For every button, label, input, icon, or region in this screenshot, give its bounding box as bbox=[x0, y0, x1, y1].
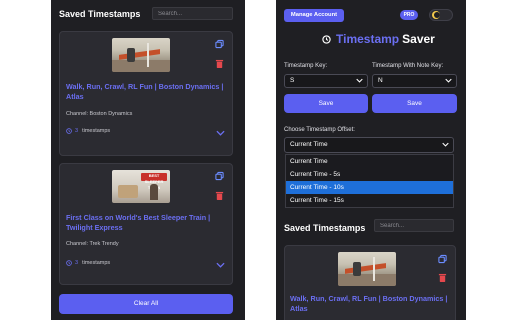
copy-icon[interactable] bbox=[438, 254, 447, 264]
video-title-link[interactable]: Walk, Run, Crawl, RL Fun | Boston Dynami… bbox=[290, 294, 450, 314]
video-thumbnail[interactable] bbox=[112, 38, 170, 72]
timestamp-count-row: 3 timestamps bbox=[66, 128, 110, 134]
pro-badge: PRO bbox=[400, 10, 418, 20]
note-key-value: N bbox=[378, 77, 383, 84]
search-input[interactable] bbox=[152, 7, 233, 20]
saved-timestamps-heading: Saved Timestamps bbox=[59, 9, 141, 19]
timestamp-count: 3 bbox=[75, 128, 79, 134]
timestamp-key-value: S bbox=[290, 77, 295, 84]
clock-icon bbox=[66, 128, 72, 134]
channel-label: Channel: Boston Dynamics bbox=[66, 111, 133, 117]
chevron-down-icon bbox=[356, 78, 363, 83]
chevron-down-icon[interactable] bbox=[216, 130, 225, 136]
video-thumbnail[interactable] bbox=[338, 252, 396, 286]
chevron-down-icon[interactable] bbox=[216, 262, 225, 268]
trash-icon[interactable] bbox=[215, 191, 224, 201]
app-title: Timestamp Saver bbox=[322, 32, 442, 46]
clear-all-button[interactable]: Clear All bbox=[59, 294, 233, 314]
timestamp-count-label: timestamps bbox=[82, 260, 111, 266]
saved-timestamps-heading: Saved Timestamps bbox=[284, 223, 366, 233]
save-note-key-button[interactable]: Save bbox=[372, 94, 457, 113]
offset-option[interactable]: Current Time - 15s bbox=[286, 194, 453, 207]
timestamp-key-label: Timestamp Key: bbox=[284, 63, 328, 69]
app-title-accent: Timestamp bbox=[336, 32, 400, 46]
channel-label: Channel: Trek Trendy bbox=[66, 241, 119, 247]
timestamp-count: 3 bbox=[75, 260, 79, 266]
saved-video-card: Walk, Run, Crawl, RL Fun | Boston Dynami… bbox=[59, 31, 233, 156]
offset-option-selected[interactable]: Current Time - 10s bbox=[286, 181, 453, 194]
popup-settings-panel: Manage Account PRO Timestamp Saver Times… bbox=[276, 0, 466, 320]
video-title-link[interactable]: First Class on World's Best Sleeper Trai… bbox=[66, 213, 226, 233]
offset-label: Choose Timestamp Offset: bbox=[284, 127, 355, 133]
offset-value: Current Time bbox=[290, 141, 328, 148]
offset-dropdown-list: Current Time Current Time - 5s Current T… bbox=[285, 154, 454, 208]
chevron-down-icon bbox=[442, 142, 449, 147]
copy-icon[interactable] bbox=[215, 39, 224, 49]
clock-icon bbox=[66, 260, 72, 266]
search-input[interactable] bbox=[374, 219, 454, 232]
app-title-rest: Saver bbox=[402, 32, 435, 46]
save-key-button[interactable]: Save bbox=[284, 94, 368, 113]
saved-video-card: Walk, Run, Crawl, RL Fun | Boston Dynami… bbox=[284, 245, 456, 320]
timestamp-key-select[interactable]: S bbox=[284, 74, 368, 88]
video-thumbnail[interactable]: BEST SLEEPER TRAIN bbox=[112, 170, 170, 203]
saved-video-card: BEST SLEEPER TRAIN First Class on World'… bbox=[59, 163, 233, 285]
note-key-label: Timestamp With Note Key: bbox=[372, 63, 444, 69]
video-title-link[interactable]: Walk, Run, Crawl, RL Fun | Boston Dynami… bbox=[66, 82, 226, 102]
offset-option[interactable]: Current Time - 5s bbox=[286, 168, 453, 181]
offset-option[interactable]: Current Time bbox=[286, 155, 453, 168]
trash-icon[interactable] bbox=[215, 59, 224, 69]
offset-select[interactable]: Current Time bbox=[284, 137, 454, 153]
clock-logo-icon bbox=[322, 34, 331, 44]
manage-account-button[interactable]: Manage Account bbox=[284, 9, 344, 22]
note-key-select[interactable]: N bbox=[372, 74, 457, 88]
popup-saved-list-panel: Saved Timestamps Walk, Run, Crawl, RL Fu… bbox=[51, 0, 245, 320]
trash-icon[interactable] bbox=[438, 273, 447, 283]
thumbnail-badge-text: BEST SLEEPER TRAIN bbox=[144, 172, 164, 190]
timestamp-count-label: timestamps bbox=[82, 128, 111, 134]
copy-icon[interactable] bbox=[215, 171, 224, 181]
theme-toggle[interactable] bbox=[429, 9, 453, 21]
timestamp-count-row: 3 timestamps bbox=[66, 260, 110, 266]
chevron-down-icon bbox=[445, 78, 452, 83]
